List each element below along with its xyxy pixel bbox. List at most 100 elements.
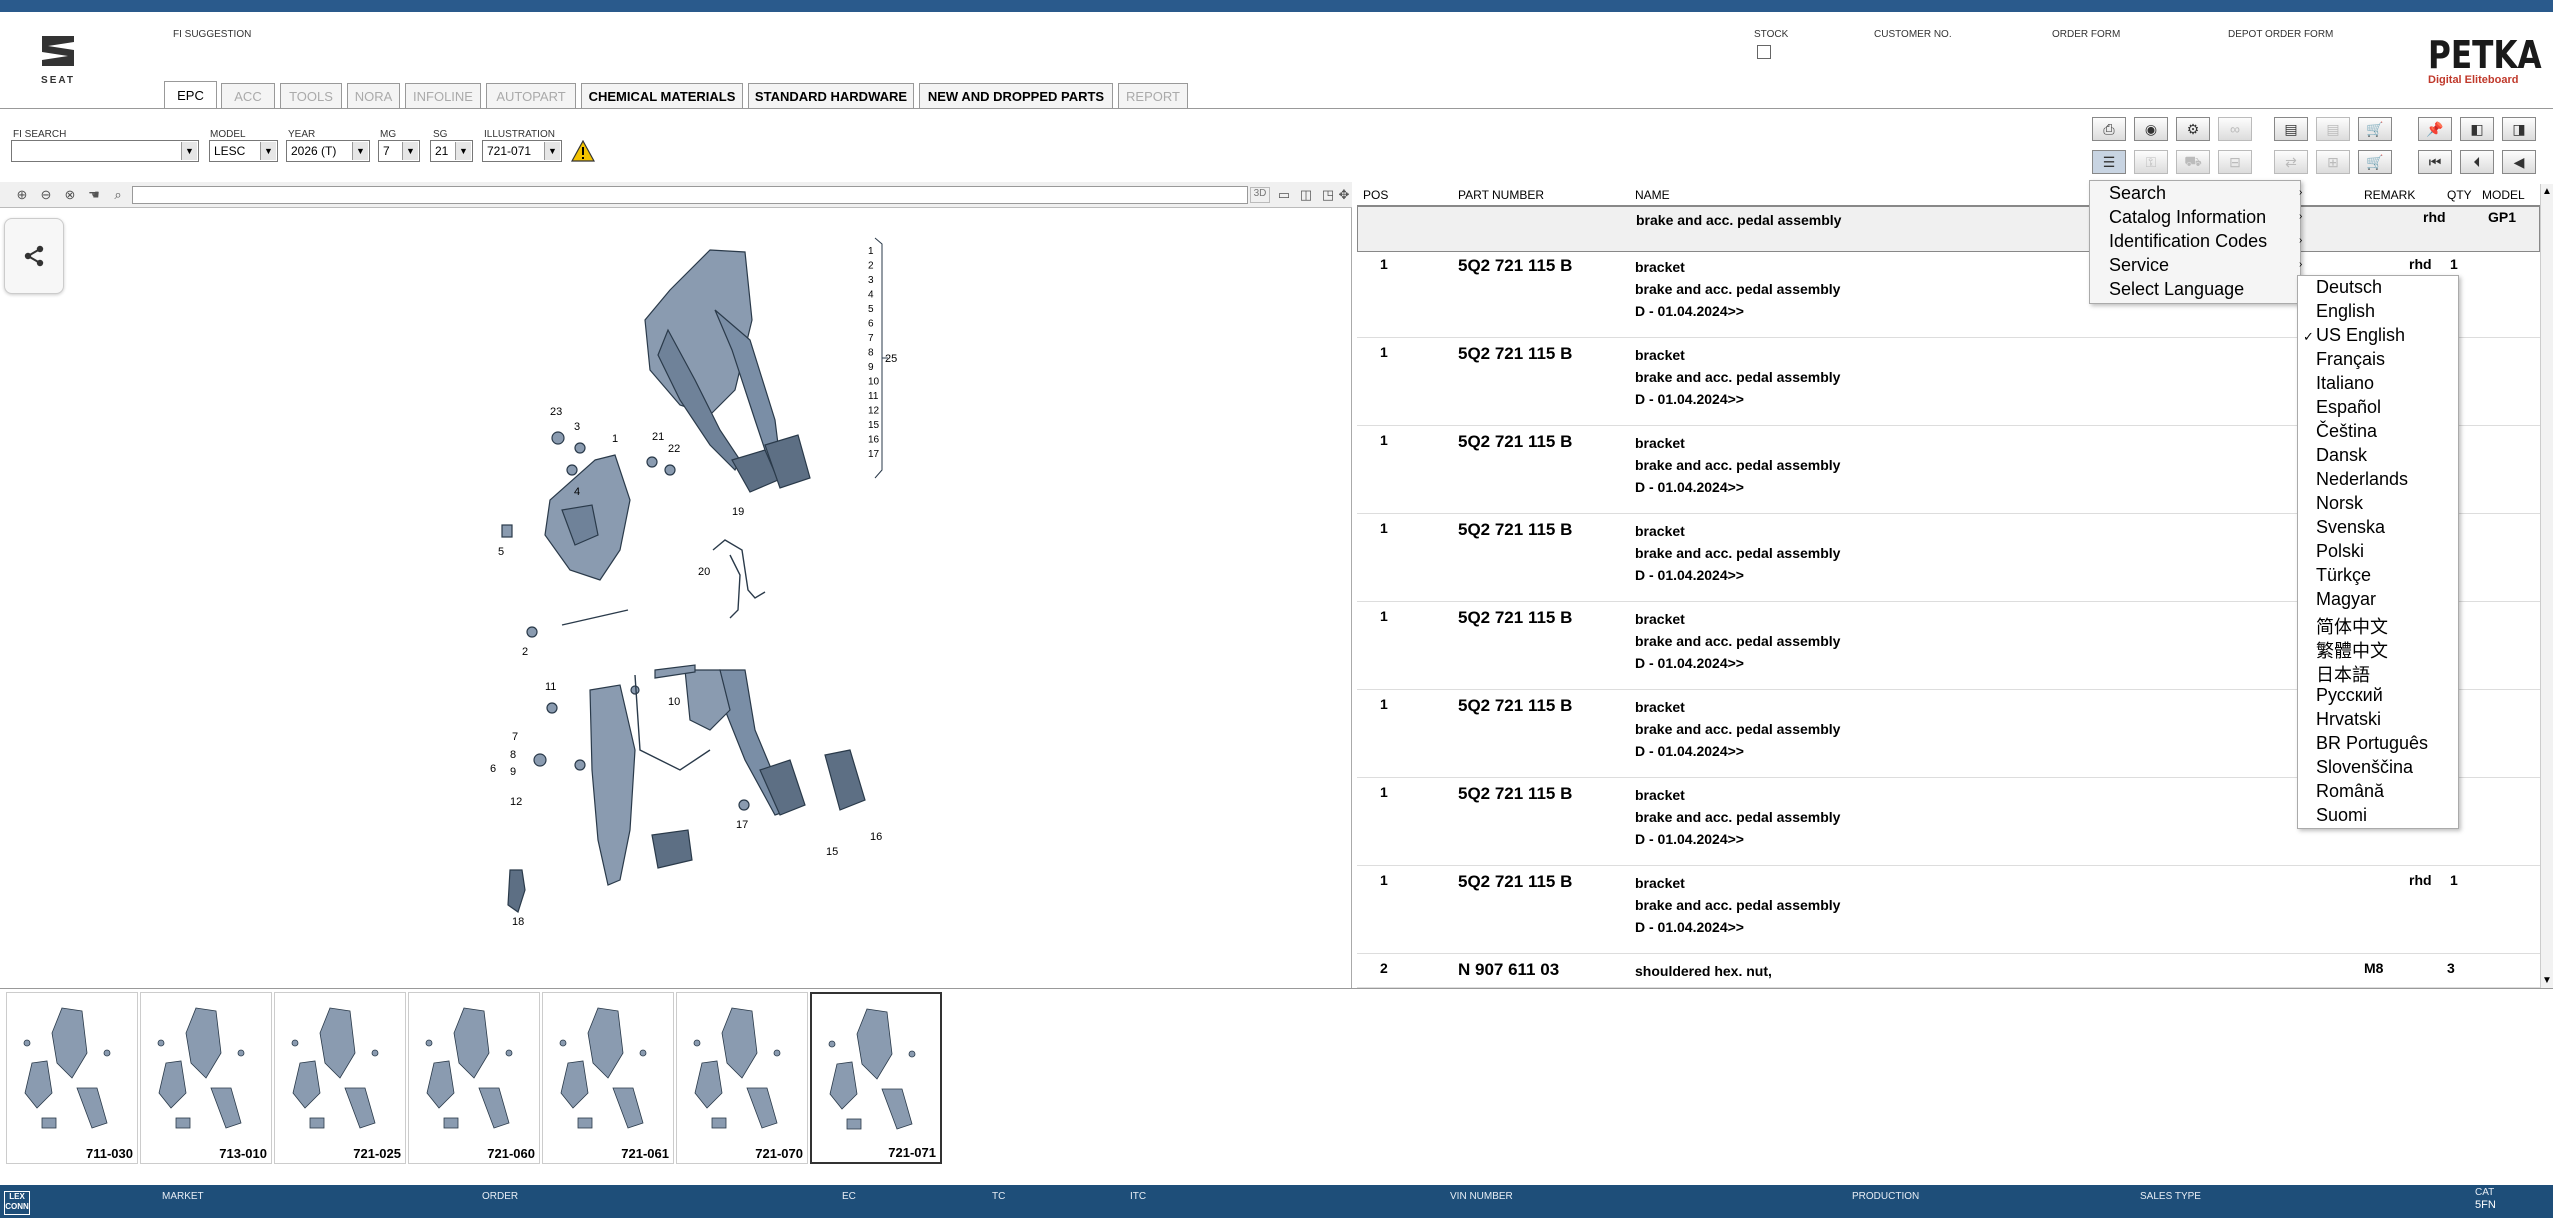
callout-label[interactable]: 10 xyxy=(668,696,680,708)
hand-icon[interactable]: ☚ xyxy=(84,185,104,205)
callout-label[interactable]: 20 xyxy=(698,566,710,578)
bracket-callout-label[interactable]: 2 xyxy=(868,261,874,272)
callout-label[interactable]: 22 xyxy=(668,443,680,455)
bracket-callout-label[interactable]: 9 xyxy=(868,362,874,373)
language-item[interactable]: Svenska xyxy=(2316,517,2385,538)
link-button[interactable]: ∞ xyxy=(2218,117,2252,141)
callout-label[interactable]: 4 xyxy=(574,486,580,498)
language-item[interactable]: Español xyxy=(2316,397,2381,418)
model-select[interactable]: LESC ▼ xyxy=(209,140,278,162)
bracket-callout-label[interactable]: 15 xyxy=(868,420,880,431)
bracket-callout-label[interactable]: 5 xyxy=(868,304,874,315)
year-select[interactable]: 2026 (T) ▼ xyxy=(286,140,370,162)
callout-label[interactable]: 19 xyxy=(732,506,744,518)
print-button[interactable]: ⎙ xyxy=(2092,117,2126,141)
col-name[interactable]: NAME xyxy=(1635,188,1670,202)
cart-button[interactable]: 🛒 xyxy=(2358,117,2392,141)
warning-icon[interactable] xyxy=(570,139,596,162)
language-item[interactable]: Русский xyxy=(2316,685,2383,706)
back-button[interactable]: ◀ xyxy=(2502,150,2536,174)
callout-label[interactable]: 3 xyxy=(574,421,580,433)
scroll-up-icon[interactable]: ▲ xyxy=(2542,186,2552,197)
bracket-callout-label[interactable]: 10 xyxy=(868,377,880,388)
thumbnail-721-025[interactable]: 721-025 xyxy=(274,992,406,1164)
split-view-icon[interactable]: ▭ xyxy=(1274,185,1294,205)
expand-icon[interactable]: ✥ xyxy=(1334,185,1354,205)
callout-label[interactable]: 1 xyxy=(612,433,618,445)
menu-item-catalog-information[interactable]: Catalog Information › xyxy=(2109,207,2302,228)
callout-label[interactable]: 16 xyxy=(870,831,882,843)
callout-label[interactable]: 8 xyxy=(510,749,516,761)
mg-select[interactable]: 7 ▼ xyxy=(378,140,420,162)
table-row[interactable]: 2 N 907 611 03 shouldered hex. nut, M8 3 xyxy=(1357,954,2540,988)
language-item[interactable]: Čeština xyxy=(2316,421,2377,442)
bracket-callout-label[interactable]: 7 xyxy=(868,333,874,344)
next-window-button[interactable]: ◨ xyxy=(2502,117,2536,141)
language-item[interactable]: 日本語 xyxy=(2316,661,2370,687)
tab-autopart[interactable]: AUTOPART xyxy=(486,83,576,109)
callout-label[interactable]: 25 xyxy=(885,353,897,365)
key-button[interactable]: ⚿ xyxy=(2134,150,2168,174)
bracket-callout-label[interactable]: 6 xyxy=(868,319,874,330)
callout-label[interactable]: 23 xyxy=(550,406,562,418)
tab-new-and-dropped-parts[interactable]: NEW AND DROPPED PARTS xyxy=(919,83,1113,109)
thumbnail-721-061[interactable]: 721-061 xyxy=(542,992,674,1164)
pin-button[interactable]: 📌 xyxy=(2418,117,2452,141)
col-part-number[interactable]: PART NUMBER xyxy=(1458,188,1544,202)
callout-label[interactable]: 12 xyxy=(510,796,522,808)
callout-label[interactable]: 18 xyxy=(512,916,524,928)
basket-button[interactable]: ⊞ xyxy=(2316,150,2350,174)
transfer-button[interactable]: ⇄ xyxy=(2274,150,2308,174)
tab-report[interactable]: REPORT xyxy=(1118,83,1188,109)
stock-checkbox[interactable] xyxy=(1757,45,1771,59)
language-item[interactable]: Türkçe xyxy=(2316,565,2371,586)
language-item[interactable]: Dansk xyxy=(2316,445,2367,466)
menu-item-identification-codes[interactable]: Identification Codes › xyxy=(2109,231,2302,252)
menu-button[interactable]: ☰ xyxy=(2092,150,2126,174)
menu-item-search[interactable]: Search › xyxy=(2109,183,2302,204)
language-item[interactable]: BR Português xyxy=(2316,733,2428,754)
layout-icon[interactable]: ◫ xyxy=(1296,185,1316,205)
fi-search-select[interactable]: ▼ xyxy=(11,140,199,162)
3d-button[interactable]: 3D xyxy=(1250,187,1270,203)
document-button[interactable]: ▤ xyxy=(2316,117,2350,141)
sg-select[interactable]: 21 ▼ xyxy=(430,140,473,162)
tab-tools[interactable]: TOOLS xyxy=(280,83,342,109)
tab-epc[interactable]: EPC xyxy=(164,81,217,109)
tab-chemical-materials[interactable]: CHEMICAL MATERIALS xyxy=(581,83,743,109)
thumbnail-721-070[interactable]: 721-070 xyxy=(676,992,808,1164)
view-button[interactable]: ◉ xyxy=(2134,117,2168,141)
prev-page-button[interactable]: ⏴ xyxy=(2460,150,2494,174)
thumbnail-721-060[interactable]: 721-060 xyxy=(408,992,540,1164)
callout-label[interactable]: 6 xyxy=(490,763,496,775)
add-cart-button[interactable]: 🛒 xyxy=(2358,150,2392,174)
bracket-callout-label[interactable]: 4 xyxy=(868,290,874,301)
parts-diagram[interactable]: 1234567891011121516171819202122232512345… xyxy=(480,230,920,940)
language-item[interactable]: Slovenščina xyxy=(2316,757,2413,778)
language-item[interactable]: Italiano xyxy=(2316,373,2374,394)
table-row[interactable]: 1 5Q2 721 115 B bracket brake and acc. peda… xyxy=(1357,866,2540,954)
language-item[interactable]: 简体中文 xyxy=(2316,613,2388,639)
thumbnail-721-071[interactable]: 721-071 xyxy=(810,992,942,1164)
table-scrollbar[interactable]: ▲ ▼ xyxy=(2540,184,2553,988)
language-item[interactable]: Nederlands xyxy=(2316,469,2408,490)
bracket-callout-label[interactable]: 1 xyxy=(868,246,874,257)
zoom-in-icon[interactable]: ⊕ xyxy=(12,185,32,205)
callout-label[interactable]: 2 xyxy=(522,646,528,658)
callout-label[interactable]: 21 xyxy=(652,431,664,443)
scroll-down-icon[interactable]: ▼ xyxy=(2542,975,2552,986)
language-item[interactable]: Norsk xyxy=(2316,493,2363,514)
tab-infoline[interactable]: INFOLINE xyxy=(405,83,481,109)
bracket-callout-label[interactable]: 3 xyxy=(868,275,874,286)
tab-standard-hardware[interactable]: STANDARD HARDWARE xyxy=(748,83,914,109)
illustration-search-input[interactable] xyxy=(132,186,1248,204)
bracket-callout-label[interactable]: 16 xyxy=(868,435,880,446)
search-icon[interactable]: ⌕ xyxy=(108,185,128,205)
share-button[interactable] xyxy=(4,218,64,294)
col-qty[interactable]: QTY xyxy=(2447,188,2472,202)
bracket-callout-label[interactable]: 17 xyxy=(868,449,880,460)
bracket-callout-label[interactable]: 12 xyxy=(868,406,880,417)
callout-label[interactable]: 15 xyxy=(826,846,838,858)
group-row[interactable]: brake and acc. pedal assembly rhd GP1 xyxy=(1357,206,2540,252)
language-item[interactable]: Polski xyxy=(2316,541,2364,562)
